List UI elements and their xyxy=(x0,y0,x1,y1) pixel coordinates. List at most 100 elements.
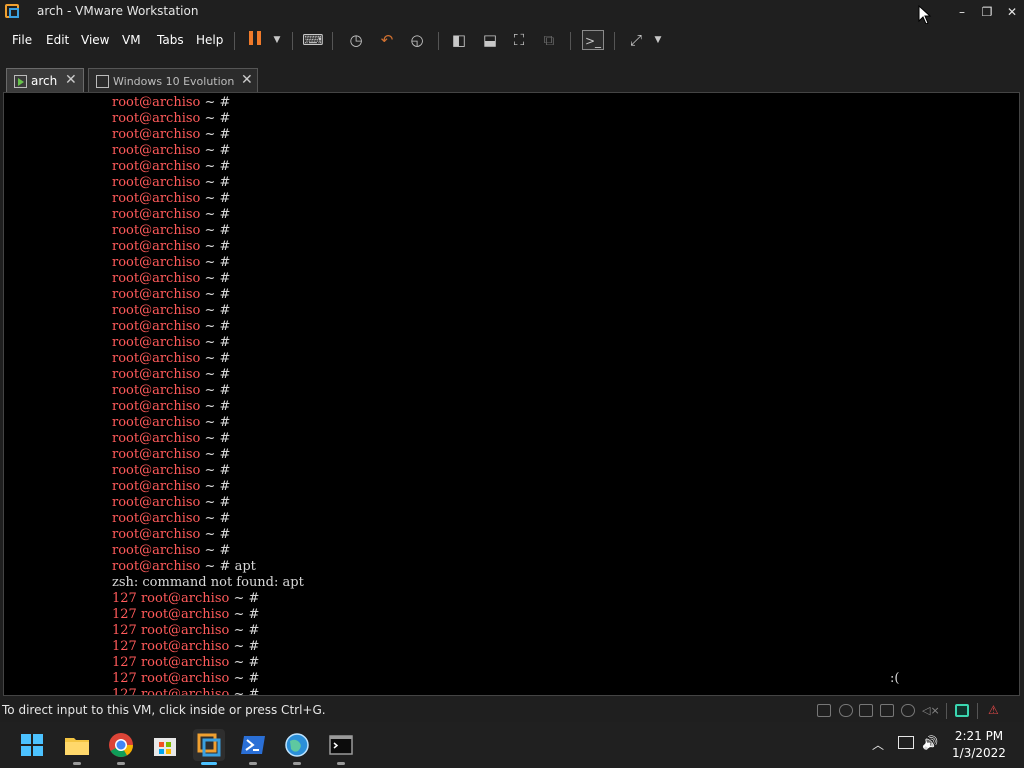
send-ctrl-alt-del-button[interactable]: ⌨ xyxy=(302,30,324,50)
menu-view[interactable]: View xyxy=(81,33,109,47)
status-separator xyxy=(946,703,947,719)
terminal-line: 127 root@archiso ~ # xyxy=(112,591,304,607)
console-icon: >_ xyxy=(584,34,602,48)
terminal-line: root@archiso ~ # xyxy=(112,191,304,207)
minimize-button[interactable]: – xyxy=(952,3,972,21)
prompt-user: root@archiso xyxy=(112,383,201,398)
power-dropdown-button[interactable]: ▼ xyxy=(266,30,288,50)
prompt-symbol: ~ # xyxy=(200,271,231,286)
stretch-dropdown-button[interactable]: ▼ xyxy=(647,30,669,50)
terminal-line: root@archiso ~ # xyxy=(112,143,304,159)
menu-tabs[interactable]: Tabs xyxy=(157,33,184,47)
maximize-button[interactable]: ❐ xyxy=(977,3,997,21)
snapshot-clock-icon: ◷ xyxy=(349,31,363,49)
terminal-line: root@archiso ~ # xyxy=(112,207,304,223)
snapshot-manager-button[interactable]: ◵ xyxy=(406,30,428,50)
exit-code: 127 xyxy=(112,671,141,686)
prompt-user: root@archiso xyxy=(112,271,201,286)
prompt-user: root@archiso xyxy=(112,431,201,446)
powershell-icon xyxy=(241,736,265,754)
device-alert-icon[interactable]: ⚠ xyxy=(988,704,1002,717)
terminal-line: root@archiso ~ # xyxy=(112,271,304,287)
unity-button[interactable]: ⧉ xyxy=(538,30,560,50)
taskbar-vmware[interactable] xyxy=(193,729,225,765)
pause-button[interactable] xyxy=(244,30,266,50)
volume-icon[interactable]: 🔊 xyxy=(922,736,938,751)
prompt-symbol: ~ # xyxy=(229,671,260,686)
prompt-symbol: ~ # xyxy=(200,111,231,126)
prompt-symbol: ~ # xyxy=(200,95,231,110)
menu-vm[interactable]: VM xyxy=(122,33,141,47)
terminal-line: root@archiso ~ # xyxy=(112,159,304,175)
revert-snapshot-button[interactable]: ↶ xyxy=(376,30,398,50)
taskbar-powershell[interactable] xyxy=(237,729,269,765)
close-tab-button[interactable]: ✕ xyxy=(241,72,253,88)
toolbar-separator xyxy=(570,32,571,50)
running-indicator xyxy=(293,762,301,765)
prompt-user: root@archiso xyxy=(112,287,201,302)
active-indicator xyxy=(201,762,217,765)
prompt-symbol: ~ # xyxy=(200,351,231,366)
prompt-symbol: ~ # xyxy=(200,511,231,526)
prompt-symbol: ~ # xyxy=(229,639,260,654)
toolbar-separator xyxy=(234,32,235,50)
sound-card-icon[interactable] xyxy=(901,704,915,717)
prompt-user: root@archiso xyxy=(112,175,201,190)
mute-icon[interactable]: ◁× xyxy=(922,704,940,717)
stretch-button[interactable]: ⤢ xyxy=(625,30,647,50)
vmware-icon xyxy=(197,733,221,757)
prompt-symbol: ~ # xyxy=(200,287,231,302)
terminal-line: root@archiso ~ # xyxy=(112,543,304,559)
prompt-symbol: ~ # xyxy=(200,463,231,478)
hard-disk-icon[interactable] xyxy=(817,704,831,717)
terminal-line: root@archiso ~ # xyxy=(112,255,304,271)
terminal-line: root@archiso ~ # xyxy=(112,223,304,239)
snapshot-button[interactable]: ◷ xyxy=(345,30,367,50)
taskbar-microsoft-store[interactable] xyxy=(149,729,181,761)
mouse-pointer-icon xyxy=(918,5,932,25)
prompt-user: root@archiso xyxy=(112,303,201,318)
stretch-icon: ⤢ xyxy=(629,31,642,49)
taskbar-chrome[interactable] xyxy=(105,729,137,765)
prompt-user: root@archiso xyxy=(112,399,201,414)
taskbar-terminal[interactable] xyxy=(325,729,357,765)
tab-windows-10-evolution[interactable]: Windows 10 Evolution ✕ xyxy=(88,68,258,94)
vmware-logo-icon xyxy=(5,4,19,18)
terminal-line: root@archiso ~ # xyxy=(112,367,304,383)
taskbar-clock[interactable]: 2:21 PM 1/3/2022 xyxy=(944,728,1014,762)
chrome-icon xyxy=(109,733,133,758)
close-window-button[interactable]: ✕ xyxy=(1002,3,1022,21)
network-icon[interactable] xyxy=(898,736,914,749)
terminal-line: 127 root@archiso ~ # xyxy=(112,671,304,687)
vm-console[interactable]: root@archiso ~ # root@archiso ~ # root@arc… xyxy=(3,92,1020,696)
toolbar-separator xyxy=(614,32,615,50)
menu-toolbar: File Edit View VM Tabs Help ▼ ⌨ ◷ ↶ ◵ ◧ … xyxy=(0,24,1024,56)
prompt-symbol: ~ # xyxy=(200,479,231,494)
terminal-line: root@archiso ~ # apt xyxy=(112,559,304,575)
tab-arch[interactable]: arch ✕ xyxy=(6,68,84,94)
taskbar-network-app[interactable] xyxy=(281,729,313,765)
menu-file[interactable]: File xyxy=(12,33,32,47)
thumbnail-bar-button[interactable]: ⬓ xyxy=(479,30,501,50)
sad-face-text: :( xyxy=(890,671,900,686)
terminal-line: root@archiso ~ # xyxy=(112,511,304,527)
menu-help[interactable]: Help xyxy=(196,33,223,47)
close-tab-button[interactable]: ✕ xyxy=(65,72,77,88)
network-adapter-icon[interactable] xyxy=(859,704,873,717)
menu-edit[interactable]: Edit xyxy=(46,33,69,47)
prompt-symbol: ~ # xyxy=(200,559,231,574)
status-message: To direct input to this VM, click inside… xyxy=(2,703,326,717)
terminal-line: 127 root@archiso ~ # xyxy=(112,607,304,623)
cd-dvd-icon[interactable] xyxy=(839,704,853,717)
usb-device-icon[interactable] xyxy=(880,704,894,717)
start-button[interactable] xyxy=(16,729,48,761)
terminal-line: 127 root@archiso ~ # xyxy=(112,639,304,655)
taskbar-file-explorer[interactable] xyxy=(61,729,93,765)
console-view-button[interactable]: >_ xyxy=(582,30,604,50)
prompt-symbol: ~ # xyxy=(229,623,260,638)
terminal-icon xyxy=(329,735,353,755)
show-library-button[interactable]: ◧ xyxy=(448,30,470,50)
message-icon[interactable] xyxy=(955,704,969,717)
full-screen-button[interactable]: ⛶ xyxy=(508,30,530,50)
show-hidden-icons-chevron-icon[interactable]: ︿ xyxy=(872,736,884,753)
